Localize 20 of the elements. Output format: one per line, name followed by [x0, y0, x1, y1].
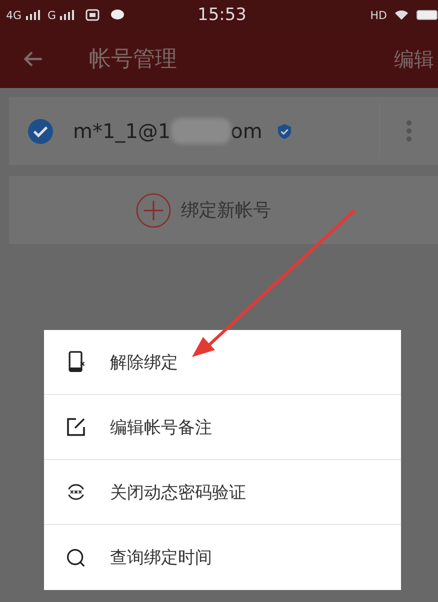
wifi-icon: [394, 9, 409, 21]
page-title: 帐号管理: [89, 46, 178, 74]
password-icon: [66, 481, 86, 503]
network-label: G: [48, 8, 56, 22]
edit-note-icon: [66, 416, 86, 438]
email-start: m*1_1@1: [73, 119, 171, 143]
phone-icon: [66, 351, 86, 373]
search-icon: [66, 546, 86, 568]
signal-icon: [26, 10, 40, 20]
plus-circle-icon: [136, 192, 171, 228]
chat-bubble-icon: [110, 9, 126, 21]
battery-icon: [416, 9, 438, 21]
check-circle-icon[interactable]: [28, 118, 53, 144]
network-label: 4G: [6, 8, 22, 22]
clock-time: 15:53: [198, 5, 246, 25]
signal-icon: [60, 10, 74, 20]
app-icon: [85, 9, 100, 21]
blurred-region: [170, 118, 231, 144]
email-end: om: [230, 119, 262, 143]
hd-label: HD: [370, 8, 387, 22]
